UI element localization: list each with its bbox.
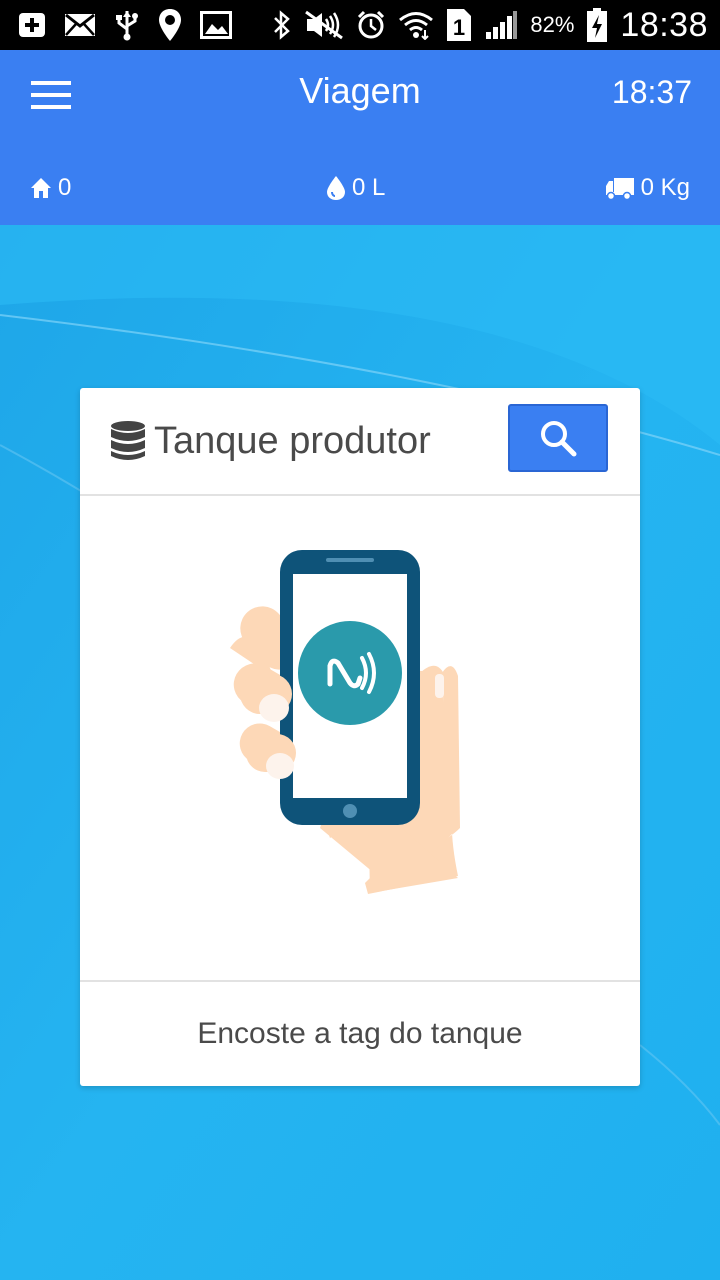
status-bar-notifications bbox=[18, 8, 232, 42]
usb-icon bbox=[114, 9, 140, 41]
status-bar-system: 1 82% 18:38 bbox=[272, 6, 708, 44]
trip-stats: 0 0 L 0 Kg bbox=[0, 170, 720, 206]
home-icon bbox=[31, 178, 51, 198]
database-icon bbox=[111, 421, 145, 460]
stat-properties: 0 bbox=[30, 170, 71, 206]
sim-icon: 1 bbox=[446, 8, 472, 42]
status-bar-time: 18:38 bbox=[620, 5, 708, 44]
location-icon bbox=[158, 8, 182, 42]
sim-label: 1 bbox=[453, 15, 465, 40]
stat-weight-value: 0 Kg bbox=[640, 174, 690, 201]
battery-charging-icon bbox=[586, 7, 608, 43]
add-notification-icon bbox=[18, 12, 46, 38]
alarm-icon bbox=[356, 10, 386, 40]
app-bar: Viagem 18:37 0 0 L 0 Kg bbox=[0, 50, 720, 225]
status-bar: 1 82% 18:38 bbox=[0, 0, 720, 50]
hand-phone-nfc-icon bbox=[230, 550, 460, 894]
bluetooth-icon bbox=[272, 10, 292, 40]
nfc-hint-text: Encoste a tag do tanque bbox=[197, 1017, 523, 1050]
mute-icon bbox=[304, 10, 344, 40]
image-icon bbox=[200, 11, 232, 39]
nfc-illustration bbox=[80, 498, 640, 980]
stat-properties-value: 0 bbox=[58, 174, 72, 201]
tank-card-footer: Encoste a tag do tanque bbox=[80, 980, 640, 1086]
tank-card-header: Tanque produtor bbox=[80, 388, 640, 496]
truck-icon bbox=[605, 178, 634, 200]
signal-icon bbox=[484, 10, 518, 40]
mail-icon bbox=[64, 13, 96, 37]
search-icon bbox=[541, 421, 577, 457]
stat-volume-value: 0 L bbox=[352, 174, 386, 201]
stat-volume: 0 L bbox=[326, 170, 385, 206]
drop-icon bbox=[327, 176, 345, 200]
app-clock: 18:37 bbox=[611, 74, 692, 110]
search-button[interactable] bbox=[508, 404, 608, 472]
tank-card-title: Tanque produtor bbox=[154, 419, 431, 462]
stat-weight: 0 Kg bbox=[605, 170, 690, 206]
battery-percent: 82% bbox=[530, 12, 575, 37]
tank-card: Tanque produtor Encoste a tag do tanque bbox=[80, 388, 640, 1086]
wifi-icon bbox=[398, 10, 434, 40]
tank-card-title-group: Tanque produtor bbox=[110, 418, 431, 464]
